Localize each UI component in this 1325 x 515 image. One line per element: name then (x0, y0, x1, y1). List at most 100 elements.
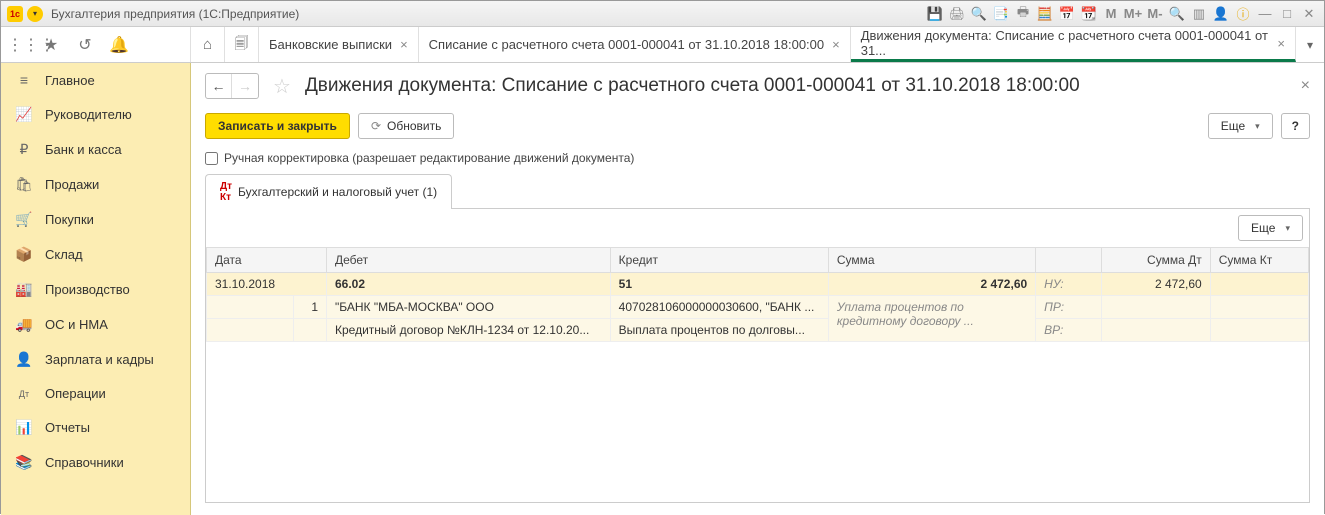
box-icon: 📦 (15, 246, 33, 263)
app-logo-icon: 1c (7, 6, 23, 22)
sidebar-item-label: ОС и НМА (45, 317, 108, 332)
date-icon[interactable]: 📆 (1080, 5, 1098, 23)
sidebar-item-label: Главное (45, 73, 95, 88)
compare-icon[interactable]: 📑 (992, 5, 1010, 23)
sidebar-item-warehouse[interactable]: 📦 Склад (1, 237, 190, 272)
close-window-button[interactable]: ✕ (1300, 5, 1318, 23)
cell-empty (294, 319, 327, 342)
favorite-icon[interactable]: ★ (41, 35, 61, 55)
apps-icon[interactable]: ⋮⋮⋮ (7, 35, 27, 55)
maximize-button[interactable]: □ (1278, 5, 1296, 23)
cart-icon: 🛒 (15, 211, 33, 228)
print2-icon[interactable]: 🖶 (1014, 5, 1032, 23)
col-sum-kt: Сумма Кт (1210, 248, 1308, 273)
dtkt-icon: Дт (15, 389, 33, 399)
table-row[interactable]: Кредитный договор №КЛН-1234 от 12.10.20.… (207, 319, 1309, 342)
sidebar-item-assets[interactable]: 🚚 ОС и НМА (1, 307, 190, 342)
table-row[interactable]: 31.10.2018 66.02 51 2 472,60 НУ: 2 472,6… (207, 273, 1309, 296)
tab-label: Списание с расчетного счета 0001-000041 … (429, 37, 824, 52)
col-spacer (1036, 248, 1101, 273)
close-icon[interactable]: × (1277, 36, 1285, 51)
more-button[interactable]: Еще (1208, 113, 1273, 139)
tabs-more-button[interactable]: ▾ (1296, 27, 1324, 62)
tab-label: Движения документа: Списание с расчетног… (861, 28, 1270, 58)
zoom-icon[interactable]: 🔍 (1168, 5, 1186, 23)
notifications-icon[interactable]: 🔔 (109, 35, 129, 55)
subtab-label: Бухгалтерский и налоговый учет (1) (238, 185, 437, 199)
back-button[interactable]: ← (206, 74, 232, 98)
sidebar-item-reports[interactable]: 📊Отчеты (1, 410, 190, 445)
cell-sum-dt (1101, 296, 1210, 319)
m-plus-button[interactable]: M+ (1124, 5, 1142, 23)
home-tab[interactable]: ⌂ (191, 27, 225, 62)
sidebar-item-label: Справочники (45, 455, 124, 470)
panels-icon[interactable]: ▥ (1190, 5, 1208, 23)
sidebar-item-production[interactable]: 🏭Производство (1, 272, 190, 307)
calendar-icon[interactable]: 📅 (1058, 5, 1076, 23)
minimize-button[interactable]: — (1256, 5, 1274, 23)
tab-movements[interactable]: Движения документа: Списание с расчетног… (851, 27, 1296, 62)
cell-sum-kt (1210, 273, 1308, 296)
col-debit: Дебет (327, 248, 611, 273)
m-minus-button[interactable]: M- (1146, 5, 1164, 23)
cell-empty (207, 296, 294, 319)
page-title: Движения документа: Списание с расчетног… (305, 75, 1293, 97)
app-menu-dropdown[interactable]: ▾ (27, 6, 43, 22)
accounting-subtab[interactable]: ДтКт Бухгалтерский и налоговый учет (1) (205, 174, 452, 209)
save-icon[interactable]: 💾 (926, 5, 944, 23)
tab-strip: ⋮⋮⋮ ★ ↺ 🔔 ⌂ 🗐 Банковские выписки × Списа… (1, 27, 1324, 63)
grid-more-button[interactable]: Еще (1238, 215, 1303, 241)
sidebar-item-sales[interactable]: 🛍Продажи (1, 167, 190, 202)
nav-buttons: ← → (205, 73, 259, 99)
sidebar-item-main[interactable]: ≡Главное (1, 63, 190, 97)
sidebar-item-operations[interactable]: Дт Операции (1, 377, 190, 410)
checkbox-label: Ручная корректировка (разрешает редактир… (224, 151, 634, 165)
table-row[interactable]: 1 "БАНК "МБА-МОСКВА" ООО 407028106000000… (207, 296, 1309, 319)
sidebar-item-purchases[interactable]: 🛒Покупки (1, 202, 190, 237)
tab-label: Банковские выписки (269, 37, 392, 52)
preview-icon[interactable]: 🔍 (970, 5, 988, 23)
print-icon[interactable]: 🖨 (948, 5, 966, 23)
favorite-toggle-icon[interactable]: ☆ (273, 74, 291, 99)
user-icon: 👤 (15, 351, 33, 368)
sidebar-item-references[interactable]: 📚Справочники (1, 445, 190, 480)
tab-writeoff[interactable]: Списание с расчетного счета 0001-000041 … (419, 27, 851, 62)
cell-pr: ПР: (1036, 296, 1101, 319)
sidebar-item-label: Производство (45, 282, 130, 297)
refresh-button[interactable]: ⟳Обновить (358, 113, 454, 139)
history-icon[interactable]: ↺ (75, 35, 95, 55)
cell-debit: "БАНК "МБА-МОСКВА" ООО (327, 296, 611, 319)
close-icon[interactable]: × (400, 37, 408, 52)
sidebar-item-salary[interactable]: 👤 Зарплата и кадры (1, 342, 190, 377)
cell-sum-dt (1101, 319, 1210, 342)
m-button[interactable]: M (1102, 5, 1120, 23)
calc-icon[interactable]: 🧮 (1036, 5, 1054, 23)
doclist-tab[interactable]: 🗐 (225, 27, 259, 62)
user-icon[interactable]: 👤 (1212, 5, 1230, 23)
cell-credit: 407028106000000030600, "БАНК ... (610, 296, 828, 319)
close-page-button[interactable]: × (1301, 77, 1310, 95)
sidebar-item-label: Операции (45, 386, 106, 401)
cell-date: 31.10.2018 (207, 273, 327, 296)
manual-correction-checkbox[interactable] (205, 152, 218, 165)
close-icon[interactable]: × (832, 37, 840, 52)
truck-icon: 🚚 (15, 316, 33, 333)
dtkt-small-icon: ДтКт (220, 181, 232, 203)
sidebar-item-bank[interactable]: ₽Банк и касса (1, 132, 190, 167)
sidebar-item-manager[interactable]: 📈Руководителю (1, 97, 190, 132)
forward-button[interactable]: → (232, 74, 258, 98)
info-icon[interactable]: ⓘ (1234, 5, 1252, 23)
help-button[interactable]: ? (1281, 113, 1310, 139)
cell-empty (207, 319, 294, 342)
sidebar-item-label: Склад (45, 247, 83, 262)
sidebar-item-label: Отчеты (45, 420, 90, 435)
cell-sum: 2 472,60 (828, 273, 1035, 296)
ruble-icon: ₽ (15, 141, 33, 158)
tab-bank-statements[interactable]: Банковские выписки × (259, 27, 419, 62)
refresh-icon: ⟳ (371, 119, 381, 133)
col-sum: Сумма (828, 248, 1035, 273)
sidebar-item-label: Зарплата и кадры (45, 352, 154, 367)
col-sum-dt: Сумма Дт (1101, 248, 1210, 273)
save-close-button[interactable]: Записать и закрыть (205, 113, 350, 139)
window-title: Бухгалтерия предприятия (1С:Предприятие) (51, 7, 926, 21)
